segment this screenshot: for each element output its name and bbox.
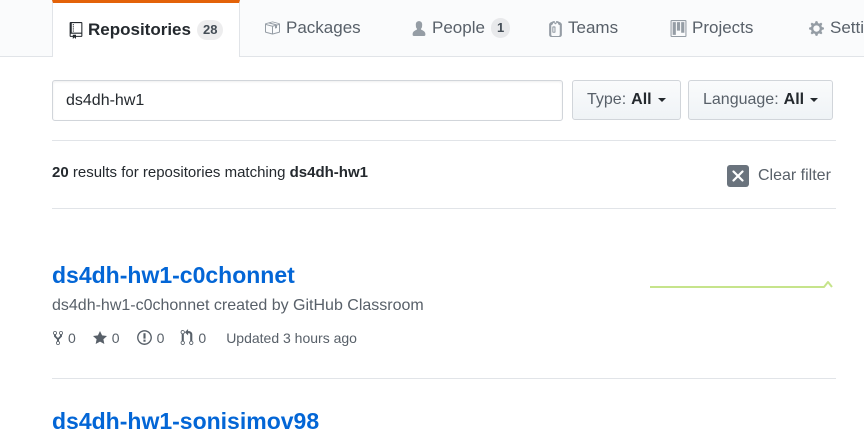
pull-request-icon xyxy=(181,329,194,345)
project-icon xyxy=(670,19,687,37)
language-filter-dropdown[interactable]: Language: All xyxy=(688,80,834,120)
tab-repositories[interactable]: Repositories 28 xyxy=(52,0,241,57)
clear-x-icon xyxy=(727,165,749,187)
divider xyxy=(52,208,836,209)
clear-filter-label: Clear filter xyxy=(758,167,831,184)
stars-link[interactable]: 0 xyxy=(92,330,120,346)
type-filter-dropdown[interactable]: Type: All xyxy=(572,80,681,120)
clear-filter-button[interactable]: Clear filter xyxy=(727,165,831,187)
tab-people[interactable]: People 1 xyxy=(411,0,511,56)
language-filter-value: All xyxy=(783,91,805,108)
tab-teams-label: Teams xyxy=(568,18,619,37)
tab-settings-label: Settings xyxy=(830,18,864,37)
caret-down-icon xyxy=(657,98,666,102)
person-icon xyxy=(412,20,426,36)
tab-people-label: People xyxy=(432,18,485,37)
activity-sparkline xyxy=(650,281,833,288)
jersey-icon xyxy=(549,20,562,37)
org-nav-tabs: Repositories 28 Packages People 1 Teams … xyxy=(0,0,864,57)
repo-name-link[interactable]: ds4dh-hw1-sonisimov98 xyxy=(52,408,319,435)
updated-time: Updated 3 hours ago xyxy=(226,329,357,346)
tab-settings[interactable]: Settings xyxy=(808,0,864,56)
issues-link[interactable]: 0 xyxy=(136,329,165,346)
tab-projects[interactable]: Projects xyxy=(670,0,753,56)
repo-description: ds4dh-hw1-c0chonnet created by GitHub Cl… xyxy=(52,297,424,314)
results-summary: 20 results for repositories matching ds4… xyxy=(52,164,368,181)
package-icon xyxy=(265,21,280,35)
repositories-count-badge: 28 xyxy=(196,20,224,40)
pulls-count: 0 xyxy=(198,329,207,346)
caret-down-icon xyxy=(810,98,819,102)
tab-projects-label: Projects xyxy=(692,18,754,37)
stars-count: 0 xyxy=(111,329,120,346)
star-icon xyxy=(92,330,107,344)
repo-name-link[interactable]: ds4dh-hw1-c0chonnet xyxy=(52,262,295,289)
issues-count: 0 xyxy=(156,329,165,346)
tab-packages[interactable]: Packages xyxy=(263,0,361,56)
divider xyxy=(52,140,836,141)
tab-teams[interactable]: Teams xyxy=(548,0,618,56)
people-count-badge: 1 xyxy=(490,18,511,38)
repo-search-input[interactable] xyxy=(52,80,563,121)
language-filter-label: Language: xyxy=(703,91,779,108)
results-count: 20 xyxy=(52,164,69,181)
gear-icon xyxy=(809,20,824,36)
tab-packages-label: Packages xyxy=(286,18,361,37)
forks-link[interactable]: 0 xyxy=(52,330,76,346)
pulls-link[interactable]: 0 xyxy=(180,329,206,346)
issue-icon xyxy=(136,330,152,345)
repo-meta: 0 0 0 0 Updated 3 hours ago xyxy=(52,329,357,346)
results-query: ds4dh-hw1 xyxy=(289,164,368,181)
divider xyxy=(52,378,836,379)
type-filter-value: All xyxy=(631,91,652,108)
tab-repositories-label: Repositories xyxy=(88,20,191,39)
repo-icon xyxy=(69,21,83,39)
results-text: results for repositories matching xyxy=(72,164,286,181)
forks-count: 0 xyxy=(68,329,76,346)
fork-icon xyxy=(53,330,63,345)
type-filter-label: Type: xyxy=(587,91,627,108)
